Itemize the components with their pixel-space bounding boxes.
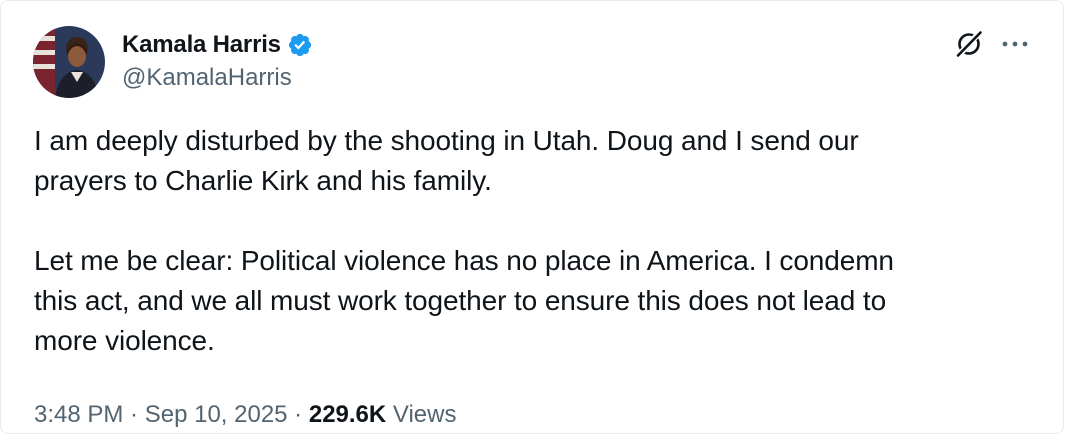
avatar[interactable] [33,26,105,98]
author-name-row[interactable]: Kamala Harris [122,30,313,60]
tweet-card: Kamala Harris @KamalaHarris I am deeply … [0,0,1064,434]
tweet-time[interactable]: 3:48 PM [34,401,123,429]
tweet-meta: 3:48 PM · Sep 10, 2025 · 229.6K Views [34,401,457,429]
verified-badge-icon[interactable] [287,32,313,58]
tweet-text: I am deeply disturbed by the shooting in… [34,125,894,356]
meta-separator: · [123,401,145,428]
views-count[interactable]: 229.6K [309,401,386,429]
author-handle[interactable]: @KamalaHarris [122,64,292,92]
meta-separator-2: · [287,401,309,428]
profile-photo [33,26,105,98]
author-display-name[interactable]: Kamala Harris [122,31,281,59]
tweet-date[interactable]: Sep 10, 2025 [145,401,288,429]
views-label[interactable]: Views [386,401,457,429]
grok-icon[interactable] [954,29,984,59]
more-options-icon[interactable] [999,34,1031,54]
